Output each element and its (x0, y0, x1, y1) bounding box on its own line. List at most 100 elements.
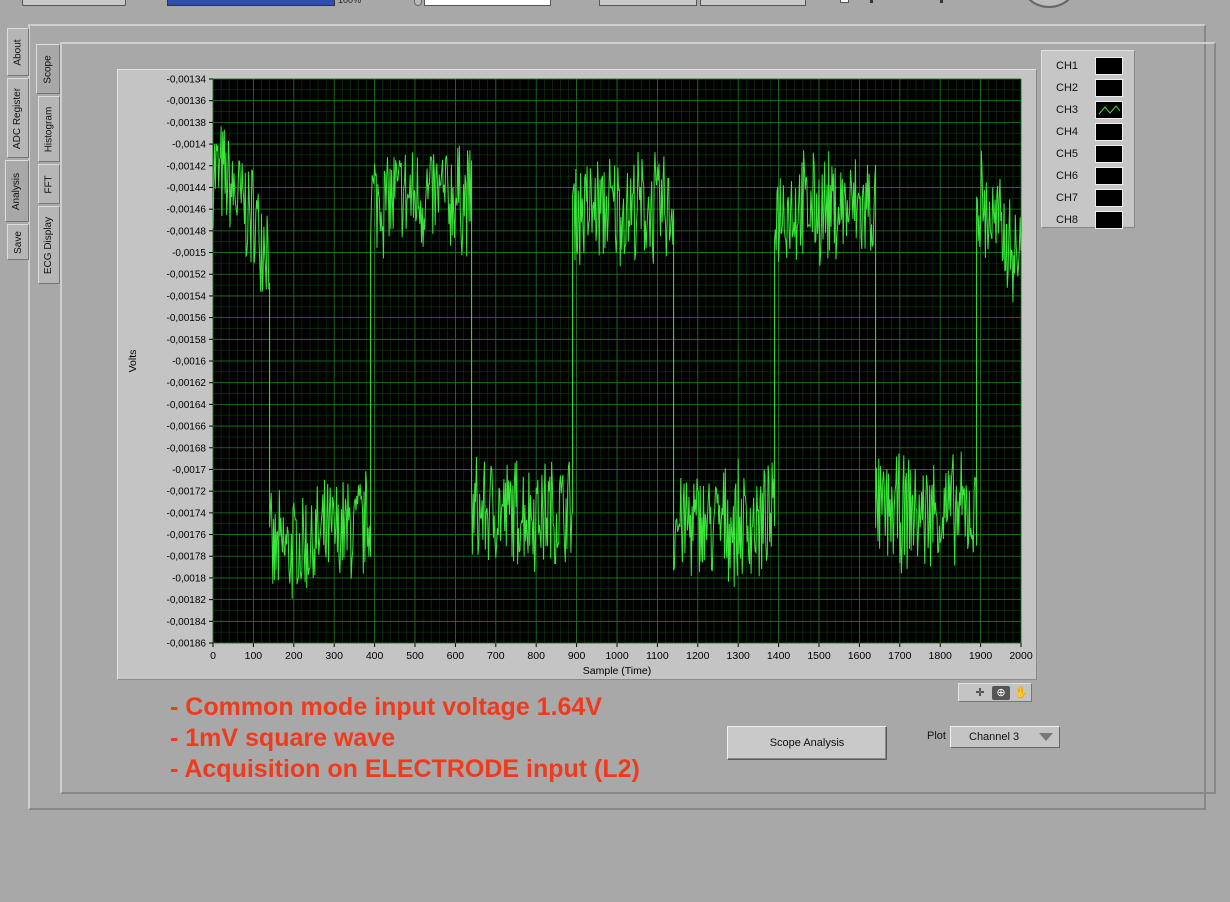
indicator-dot (940, 0, 943, 3)
tab-adc-register[interactable]: ADC Register (7, 78, 29, 158)
x-tick-label: 1200 (686, 650, 710, 662)
y-tick-label: -0,00174 (167, 508, 207, 519)
toolbar-button[interactable] (599, 0, 697, 6)
y-tick-label: -0,00176 (167, 530, 207, 541)
x-tick-label: 1700 (888, 650, 912, 662)
legend-swatch[interactable] (1095, 101, 1123, 119)
tab-label: Analysis (11, 172, 23, 210)
tab-label: ECG Display (43, 216, 55, 274)
x-tick-label: 1000 (605, 650, 629, 662)
x-tick-label: 1800 (929, 650, 953, 662)
legend-label: CH6 (1056, 170, 1079, 182)
tab-label: ADC Register (12, 87, 24, 149)
y-tick-label: -0,0018 (172, 573, 206, 584)
legend-item-ch7[interactable]: CH7 (1042, 187, 1136, 209)
x-tick-label: 1500 (807, 650, 831, 662)
waveform-graph[interactable]: 0 100 200 300 400 500 600 700 800 900 1000 1100 1200… (117, 69, 1037, 680)
toolbar-checkbox[interactable] (840, 0, 849, 3)
x-tick-label: 100 (245, 650, 263, 662)
legend-swatch[interactable] (1095, 57, 1123, 75)
tab-label: About (12, 38, 24, 66)
legend-item-ch8[interactable]: CH8 (1042, 209, 1136, 231)
y-tick-label: -0,00158 (167, 335, 207, 346)
tab-histogram[interactable]: Histogram (38, 96, 60, 162)
graph-canvas[interactable]: 0 100 200 300 400 500 600 700 800 900 1000 1100 1200… (118, 70, 1036, 679)
legend-swatch[interactable] (1095, 189, 1123, 207)
x-tick-label: 500 (406, 650, 424, 662)
legend-swatch[interactable] (1095, 145, 1123, 163)
legend-item-ch5[interactable]: CH5 (1042, 143, 1136, 165)
legend-item-ch3[interactable]: CH3 (1042, 99, 1136, 121)
legend-label: CH1 (1056, 60, 1079, 72)
x-tick-label: 800 (527, 650, 545, 662)
tab-save[interactable]: Save (7, 224, 29, 260)
toolbar-button[interactable] (700, 0, 806, 6)
x-tick-label: 0 (210, 650, 216, 662)
legend-item-ch2[interactable]: CH2 (1042, 77, 1136, 99)
tab-ecg-display[interactable]: ECG Display (38, 206, 60, 284)
tab-label: Histogram (43, 106, 55, 152)
plot-select-value: Channel 3 (969, 731, 1020, 743)
y-tick-label: -0,00172 (167, 487, 207, 498)
legend-item-ch1[interactable]: CH1 (1042, 55, 1136, 77)
tab-label: FFT (43, 174, 55, 194)
y-tick-label: -0,00164 (167, 400, 207, 411)
annotation-notes: - Common mode input voltage 1.64V - 1mV … (170, 692, 640, 785)
legend-label: CH7 (1056, 192, 1079, 204)
tab-analysis[interactable]: Analysis (5, 160, 29, 222)
y-axis-label: Volts (127, 350, 139, 373)
legend-swatch[interactable] (1095, 79, 1123, 97)
chevron-down-icon (1039, 733, 1053, 741)
plot-channel-select[interactable]: Channel 3 (950, 726, 1060, 748)
y-tick-label: -0,0015 (172, 248, 206, 259)
legend-swatch[interactable] (1095, 123, 1123, 141)
y-tick-label: -0,00142 (167, 161, 207, 172)
slider-handle[interactable] (414, 0, 422, 6)
x-axis-label: Sample (Time) (583, 665, 651, 677)
y-tick-label: -0,00146 (167, 205, 207, 216)
y-tick-label: -0,00148 (167, 226, 207, 237)
plot-label: Plot (927, 730, 946, 742)
x-tick-label: 1100 (646, 650, 669, 662)
y-tick-label: -0,00182 (167, 595, 207, 606)
toolbar-button[interactable] (22, 0, 126, 6)
y-tick-label: -0,0017 (172, 465, 206, 476)
legend-label: CH5 (1056, 148, 1079, 160)
x-tick-label: 1900 (969, 650, 993, 662)
progress-bar (167, 0, 335, 6)
legend-item-ch6[interactable]: CH6 (1042, 165, 1136, 187)
tab-label: Save (12, 230, 24, 254)
x-tick-label: 400 (366, 650, 384, 662)
y-tick-label: -0,00136 (167, 96, 207, 107)
pan-hand-icon[interactable]: ✋ (1012, 686, 1030, 700)
samples-input[interactable] (424, 0, 551, 6)
indicator-dot (870, 0, 873, 3)
legend-item-ch4[interactable]: CH4 (1042, 121, 1136, 143)
y-tick-label: -0,0014 (172, 140, 206, 151)
y-tick-label: -0,00186 (167, 639, 207, 650)
legend-label: CH8 (1056, 214, 1079, 226)
y-tick-label: -0,00168 (167, 443, 207, 454)
y-tick-label: -0,00144 (167, 183, 207, 194)
legend-swatch[interactable] (1095, 167, 1123, 185)
x-tick-label: 200 (285, 650, 303, 662)
tab-scope[interactable]: Scope (36, 44, 60, 94)
legend-swatch[interactable] (1095, 211, 1123, 229)
tab-label: Scope (42, 54, 54, 84)
zoom-icon[interactable]: ⊕ (992, 686, 1010, 700)
note-line: - Acquisition on ELECTRODE input (L2) (170, 755, 640, 783)
x-tick-label: 1300 (727, 650, 751, 662)
legend-label: CH4 (1056, 126, 1079, 138)
y-tick-label: -0,00178 (167, 552, 207, 563)
scope-analysis-button[interactable]: Scope Analysis (727, 726, 887, 760)
tab-fft[interactable]: FFT (38, 164, 60, 204)
x-tick-label: 600 (447, 650, 465, 662)
y-tick-label: -0,00166 (167, 422, 207, 433)
y-tick-label: -0,00162 (167, 378, 207, 389)
note-line: - Common mode input voltage 1.64V (170, 693, 602, 721)
cursor-move-icon[interactable]: ✛ (971, 686, 989, 700)
x-tick-label: 900 (568, 650, 586, 662)
dial-knob[interactable] (1022, 0, 1076, 8)
tab-about[interactable]: About (7, 28, 29, 76)
progress-text: 100% (338, 0, 362, 5)
